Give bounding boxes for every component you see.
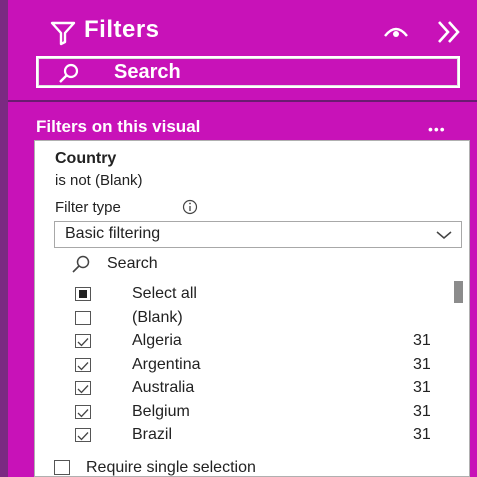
pane-search-input[interactable]: Search xyxy=(36,56,460,88)
list-item-label: Australia xyxy=(132,379,195,396)
values-search-input[interactable]: Search xyxy=(57,252,461,278)
list-item-count: 31 xyxy=(413,355,431,373)
filter-card: Country is not (Blank) Filter type Basic… xyxy=(34,140,470,477)
filter-icon xyxy=(50,21,76,46)
eye-icon[interactable] xyxy=(383,24,409,40)
chevron-down-icon xyxy=(436,231,452,239)
list-item[interactable]: Select all xyxy=(35,284,471,306)
list-item-count: 31 xyxy=(413,379,431,396)
list-item-label: Brazil xyxy=(132,426,173,443)
checkbox-icon[interactable] xyxy=(75,381,91,395)
pane-search-placeholder: Search xyxy=(114,61,181,83)
scrollbar-thumb[interactable] xyxy=(454,281,463,303)
checkbox-icon[interactable] xyxy=(75,357,91,372)
pane-header: Filters xyxy=(8,0,477,52)
list-item[interactable]: Algeria 31 xyxy=(35,331,471,353)
list-item-count: 31 xyxy=(413,332,431,349)
require-single-selection-label: Require single selection xyxy=(86,459,256,476)
filter-type-value: Basic filtering xyxy=(65,225,161,242)
list-item-label: Belgium xyxy=(132,402,190,420)
info-icon[interactable] xyxy=(182,199,198,215)
list-item-label: (Blank) xyxy=(132,308,183,326)
list-item-label: Algeria xyxy=(132,332,182,349)
filter-field-name: Country xyxy=(55,150,117,167)
require-single-selection[interactable]: Require single selection xyxy=(54,457,462,477)
list-item-label: Select all xyxy=(132,285,197,302)
filter-type-label: Filter type xyxy=(55,199,121,216)
list-item[interactable]: Australia 31 xyxy=(35,378,471,400)
checkbox-icon[interactable] xyxy=(75,287,91,301)
values-search-placeholder: Search xyxy=(107,255,158,272)
checkbox-icon[interactable] xyxy=(75,428,91,442)
list-item[interactable]: Brazil 31 xyxy=(35,425,471,447)
list-item[interactable]: Argentina 31 xyxy=(35,355,471,377)
checkbox-icon[interactable] xyxy=(75,334,91,348)
list-item[interactable]: Belgium 31 xyxy=(35,402,471,424)
list-item-label: Argentina xyxy=(132,355,201,373)
divider xyxy=(8,100,477,102)
list-item[interactable]: (Blank) xyxy=(35,308,471,330)
search-icon xyxy=(59,63,79,83)
list-item-count: 31 xyxy=(413,402,431,420)
filter-type-dropdown[interactable]: Basic filtering xyxy=(54,221,462,248)
more-options-icon[interactable]: ••• xyxy=(428,121,446,137)
filters-pane: Filters Search Filters on this visual ••… xyxy=(0,0,477,477)
pane-title: Filters xyxy=(84,16,160,43)
checkbox-icon[interactable] xyxy=(54,460,70,475)
search-icon xyxy=(72,255,90,273)
checkbox-icon[interactable] xyxy=(75,310,91,325)
collapse-icon[interactable] xyxy=(434,18,464,46)
checkbox-icon[interactable] xyxy=(75,404,91,419)
list-item-count: 31 xyxy=(413,426,431,443)
filter-condition: is not (Blank) xyxy=(55,172,143,189)
section-label: Filters on this visual xyxy=(36,117,201,136)
pane-edge xyxy=(0,0,8,477)
